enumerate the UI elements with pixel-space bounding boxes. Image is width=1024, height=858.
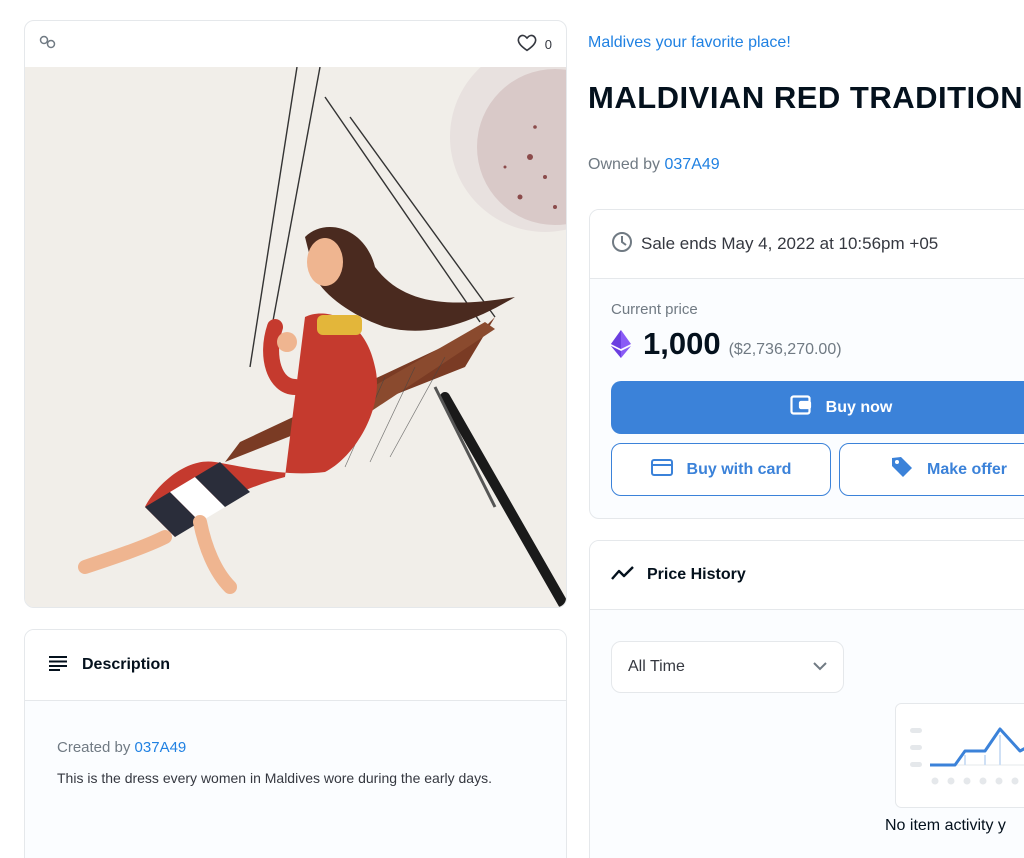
item-title: MALDIVIAN RED TRADITIONA bbox=[588, 80, 1024, 115]
sale-header: Sale ends May 4, 2022 at 10:56pm +05 bbox=[590, 210, 1024, 279]
heart-icon bbox=[517, 34, 537, 55]
buy-with-card-button[interactable]: Buy with card bbox=[611, 443, 831, 496]
buy-with-card-label: Buy with card bbox=[686, 460, 792, 478]
trending-icon bbox=[611, 565, 635, 586]
price-usd: ($2,736,270.00) bbox=[728, 341, 842, 358]
creator-link[interactable]: 037A49 bbox=[135, 739, 187, 756]
owner-link[interactable]: 037A49 bbox=[665, 156, 720, 173]
buy-now-label: Buy now bbox=[825, 398, 893, 416]
description-text: This is the dress every women in Maldive… bbox=[57, 770, 492, 786]
buy-now-button[interactable]: Buy now bbox=[611, 381, 1024, 434]
price-value: 1,000 bbox=[643, 326, 721, 361]
description-header[interactable]: Description bbox=[25, 630, 566, 701]
sale-card: Sale ends May 4, 2022 at 10:56pm +05 Cur… bbox=[589, 209, 1024, 519]
empty-chart-illustration bbox=[895, 703, 1024, 808]
make-offer-button[interactable]: Make offer bbox=[839, 443, 1024, 496]
wallet-icon bbox=[790, 395, 812, 420]
created-by: Created by 037A49 bbox=[57, 739, 534, 756]
media-header: 0 bbox=[25, 21, 566, 67]
sale-body: Current price 1,000 ($2,736,270.00) bbox=[590, 279, 1024, 384]
price-history-title: Price History bbox=[647, 566, 746, 583]
ethereum-icon bbox=[611, 330, 631, 358]
tag-icon bbox=[891, 456, 913, 483]
notes-icon bbox=[49, 655, 68, 676]
make-offer-label: Make offer bbox=[926, 460, 1008, 478]
nft-image[interactable] bbox=[25, 67, 566, 607]
current-price-label: Current price bbox=[611, 301, 698, 318]
owned-by-label: Owned by bbox=[588, 156, 661, 173]
empty-activity-text: No item activity y bbox=[885, 817, 1006, 834]
chevron-down-icon bbox=[813, 658, 827, 676]
created-by-label: Created by bbox=[57, 739, 131, 756]
clock-icon bbox=[611, 231, 633, 258]
collection-link[interactable]: Maldives your favorite place! bbox=[588, 34, 791, 52]
time-range-value: All Time bbox=[628, 658, 685, 675]
description-title: Description bbox=[82, 656, 171, 673]
owned-by: Owned by 037A49 bbox=[588, 156, 720, 174]
description-card: Description Created by 037A49 This is th… bbox=[24, 629, 567, 858]
media-card: 0 bbox=[24, 20, 567, 608]
description-body: Created by 037A49 This is the dress ever… bbox=[25, 701, 566, 791]
time-range-select[interactable]: All Time bbox=[611, 641, 844, 693]
favorite-button[interactable]: 0 bbox=[517, 34, 552, 55]
favorite-count: 0 bbox=[544, 36, 552, 52]
price-history-card: Price History All Time No item activity … bbox=[589, 540, 1024, 858]
credit-card-icon bbox=[650, 458, 673, 481]
price-history-header[interactable]: Price History bbox=[590, 541, 1024, 610]
sale-ends-text: Sale ends May 4, 2022 at 10:56pm +05 bbox=[641, 234, 939, 253]
price-row: 1,000 ($2,736,270.00) bbox=[611, 326, 1024, 362]
chain-link-icon[interactable] bbox=[39, 35, 57, 54]
